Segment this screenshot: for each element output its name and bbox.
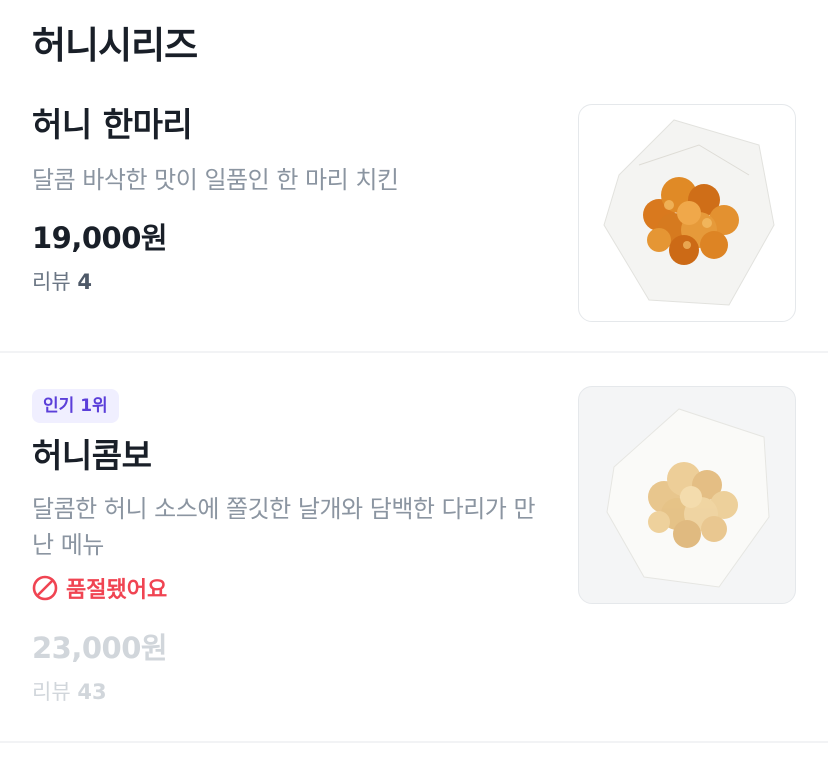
review-count: 4	[77, 270, 92, 294]
fried-chicken-image	[603, 119, 775, 306]
menu-item-honey-whole[interactable]: 허니 한마리 달콤 바삭한 맛이 일품인 한 마리 치킨 19,000원 리뷰 …	[0, 100, 828, 352]
review-count: 43	[77, 680, 107, 704]
menu-item-review: 리뷰 4	[32, 267, 92, 297]
ban-icon	[32, 575, 58, 601]
menu-item-description: 달콤 바삭한 맛이 일품인 한 마리 치킨	[32, 166, 399, 194]
menu-item-honey-combo[interactable]: 인기 1위 허니콤보 달콤한 허니 소스에 쫄깃한 날개와 담백한 다리가 만난…	[0, 353, 828, 742]
popular-badge: 인기 1위	[32, 389, 119, 423]
soldout-label: 품절됐어요	[66, 578, 168, 603]
menu-item-description: 달콤한 허니 소스에 쫄깃한 날개와 담백한 다리가 만난 메뉴	[32, 495, 536, 559]
menu-item-image[interactable]	[578, 386, 796, 604]
menu-item-price: 19,000원	[32, 221, 168, 255]
soldout-status: 품절됐어요	[32, 571, 167, 605]
menu-item-review: 리뷰 43	[32, 677, 107, 707]
menu-item-image[interactable]	[578, 104, 796, 322]
fried-chicken-image	[606, 408, 770, 588]
menu-item-price: 23,000원	[32, 631, 168, 665]
section-title: 허니시리즈	[32, 24, 198, 67]
review-label: 리뷰	[32, 680, 71, 704]
menu-item-name: 허니 한마리	[32, 105, 193, 144]
review-label: 리뷰	[32, 270, 71, 294]
menu-item-name: 허니콤보	[32, 436, 152, 475]
divider	[0, 741, 828, 743]
